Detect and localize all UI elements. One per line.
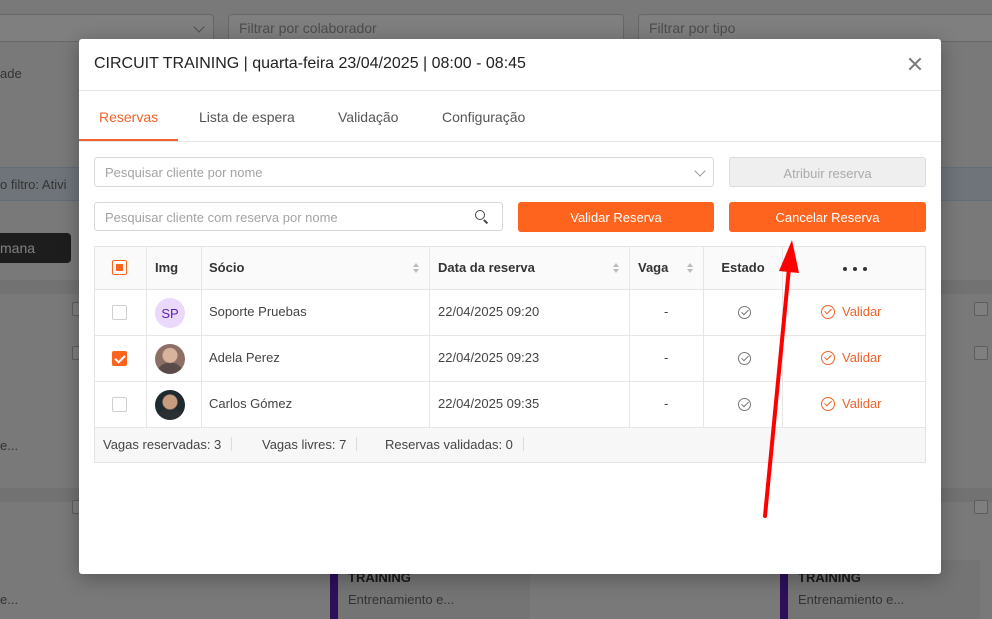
chevron-down-icon xyxy=(694,165,706,177)
table-row: Adela Perez 22/04/2025 09:23 - Validar xyxy=(95,336,925,382)
validate-link[interactable]: Validar xyxy=(821,396,882,411)
header-estado: Estado xyxy=(704,247,783,289)
sort-icon[interactable] xyxy=(687,263,694,275)
validate-link[interactable]: Validar xyxy=(821,350,882,365)
modal-title: CIRCUIT TRAINING | quarta-feira 23/04/20… xyxy=(94,55,526,72)
row-checkbox[interactable] xyxy=(112,397,127,412)
search-reserved-placeholder: Pesquisar cliente com reserva por nome xyxy=(105,210,338,225)
table-footer: Vagas reservadas: 3 Vagas livres: 7 Rese… xyxy=(95,428,925,462)
header-vaga[interactable]: Vaga xyxy=(630,247,704,289)
avatar xyxy=(155,344,185,374)
table-header: Img Sócio Data da reserva Vaga Estado xyxy=(95,247,925,290)
sort-icon[interactable] xyxy=(613,263,620,275)
cancel-reservation-button[interactable]: Cancelar Reserva xyxy=(729,202,926,232)
row-checkbox[interactable] xyxy=(112,305,127,320)
header-img: Img xyxy=(147,247,202,289)
check-circle-icon xyxy=(821,351,835,365)
reservation-modal: CIRCUIT TRAINING | quarta-feira 23/04/20… xyxy=(79,39,941,574)
vaga-value: - xyxy=(630,290,704,335)
vaga-value: - xyxy=(630,382,704,427)
row-checkbox[interactable] xyxy=(112,351,127,366)
search-client-placeholder: Pesquisar cliente por nome xyxy=(105,165,263,180)
search-client-select[interactable]: Pesquisar cliente por nome xyxy=(94,157,714,187)
validate-link[interactable]: Validar xyxy=(821,304,882,319)
free-count: Vagas livres: 7 xyxy=(262,437,358,452)
validate-reservation-button[interactable]: Validar Reserva xyxy=(518,202,714,232)
validated-count: Reservas validadas: 0 xyxy=(385,437,524,452)
tab-lista-de-espera[interactable]: Lista de espera xyxy=(199,109,295,125)
reservation-date: 22/04/2025 09:23 xyxy=(430,336,630,381)
modal-header: CIRCUIT TRAINING | quarta-feira 23/04/20… xyxy=(79,39,941,91)
avatar: SP xyxy=(155,298,185,328)
status-check-icon xyxy=(738,352,751,365)
header-actions xyxy=(783,247,927,289)
avatar xyxy=(155,390,185,420)
modal-tabs: Reservas Lista de espera Validação Confi… xyxy=(79,91,941,142)
reservations-table: Img Sócio Data da reserva Vaga Estado SP… xyxy=(94,246,926,463)
vaga-value: - xyxy=(630,336,704,381)
table-row: Carlos Gómez 22/04/2025 09:35 - Validar xyxy=(95,382,925,428)
search-icon xyxy=(475,210,489,224)
search-reserved-input[interactable]: Pesquisar cliente com reserva por nome xyxy=(94,202,503,231)
check-circle-icon xyxy=(821,397,835,411)
header-select-cell xyxy=(95,247,147,289)
reserved-count: Vagas reservadas: 3 xyxy=(103,437,233,452)
select-all-checkbox[interactable] xyxy=(112,260,127,275)
more-options-icon[interactable] xyxy=(843,267,867,271)
tab-validacao[interactable]: Validação xyxy=(338,109,398,125)
tab-configuracao[interactable]: Configuração xyxy=(442,109,525,125)
check-circle-icon xyxy=(821,305,835,319)
header-data[interactable]: Data da reserva xyxy=(430,247,630,289)
tab-reservas[interactable]: Reservas xyxy=(99,109,158,125)
socio-name: Soporte Pruebas xyxy=(202,290,430,335)
status-check-icon xyxy=(738,398,751,411)
header-socio[interactable]: Sócio xyxy=(202,247,430,289)
reservation-date: 22/04/2025 09:20 xyxy=(430,290,630,335)
status-check-icon xyxy=(738,306,751,319)
active-tab-indicator xyxy=(79,139,178,141)
socio-name: Carlos Gómez xyxy=(202,382,430,427)
close-icon[interactable] xyxy=(905,54,925,74)
assign-reservation-button[interactable]: Atribuir reserva xyxy=(729,157,926,187)
reservation-date: 22/04/2025 09:35 xyxy=(430,382,630,427)
sort-icon[interactable] xyxy=(413,263,420,275)
socio-name: Adela Perez xyxy=(202,336,430,381)
table-row: SP Soporte Pruebas 22/04/2025 09:20 - Va… xyxy=(95,290,925,336)
